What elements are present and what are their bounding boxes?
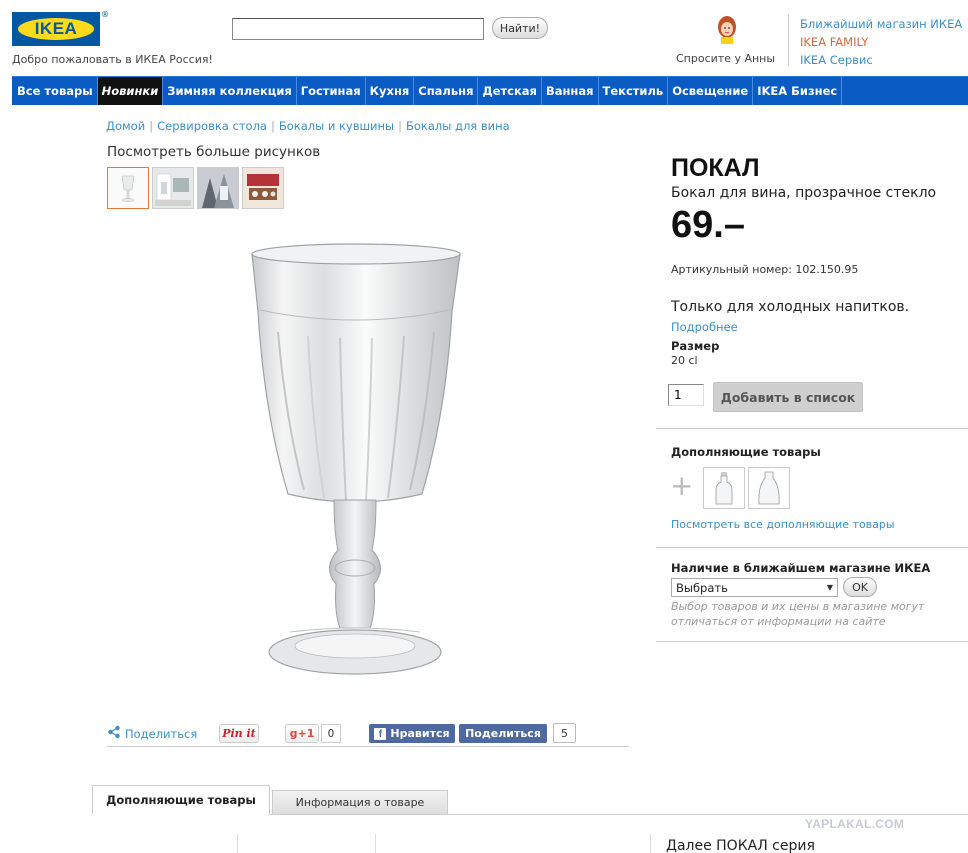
glass-thumb-image [108, 168, 148, 208]
breadcrumb-tableware[interactable]: Сервировка стола [157, 119, 267, 133]
table-thumb-image [243, 168, 283, 208]
breadcrumb-wine-glasses[interactable]: Бокалы для вина [406, 119, 510, 133]
facebook-like-button[interactable]: f Нравится [369, 724, 455, 743]
store-select[interactable]: Выбрать ▼ [671, 578, 838, 597]
logo-oval: IKEA [18, 18, 94, 40]
more-images-label: Посмотреть больше рисунков [107, 144, 321, 160]
anna-avatar-icon[interactable] [716, 14, 738, 44]
product-price: 69.– [671, 204, 745, 246]
share-link[interactable]: Поделиться [125, 727, 197, 741]
gallery-thumb[interactable] [152, 167, 194, 209]
article-number: Артикульный номер: 102.150.95 [671, 263, 859, 276]
ikea-logo[interactable]: IKEA [12, 12, 100, 46]
watermark: YAPLAKAL.COM [805, 817, 905, 831]
product-name: ПОКАЛ [671, 154, 760, 182]
nav-item-all-products[interactable]: Все товары [12, 77, 98, 105]
quantity-input[interactable] [668, 384, 704, 406]
logo-registered-mark: ® [101, 10, 109, 19]
facebook-icon: f [374, 727, 387, 740]
search-input[interactable] [232, 18, 484, 40]
gallery-thumb[interactable] [107, 167, 149, 209]
facebook-like-label: Нравится [390, 727, 450, 740]
nearest-store-link[interactable]: Ближайший магазин ИКЕА [800, 15, 962, 33]
complementary-title: Дополняющие товары [671, 445, 821, 459]
facebook-share-button[interactable]: Поделиться [459, 724, 547, 743]
nav-item-business[interactable]: IKEA Бизнес [753, 77, 843, 105]
more-details-link[interactable]: Подробнее [671, 320, 738, 334]
tab-product-info[interactable]: Информация о товаре [272, 790, 448, 815]
gallery-thumb[interactable] [242, 167, 284, 209]
section-divider [656, 428, 968, 429]
nav-item-bedroom[interactable]: Спальня [414, 77, 479, 105]
carafe-icon [758, 471, 780, 505]
section-divider [656, 641, 968, 642]
share-divider [107, 746, 629, 747]
logo-text: IKEA [34, 19, 78, 38]
tab-complementary[interactable]: Дополняющие товары [92, 785, 270, 815]
nav-item-winter[interactable]: Зимняя коллекция [163, 77, 297, 105]
complementary-item-bottle[interactable] [703, 467, 745, 509]
gallery-thumb[interactable] [197, 167, 239, 209]
search-button[interactable]: Найти! [492, 17, 548, 39]
column-divider [237, 834, 238, 853]
google-plus-count: 0 [321, 724, 341, 743]
size-value: 20 cl [671, 354, 698, 367]
availability-title: Наличие в ближайшем магазине ИКЕА [671, 561, 931, 575]
next-series-title: Далее ПОКАЛ серия [666, 838, 815, 853]
top-links: Ближайший магазин ИКЕА IKEA FAMILY IKEA … [800, 15, 962, 69]
availability-note: Выбор товаров и их цены в магазине могут… [671, 600, 925, 628]
share-icon[interactable] [107, 725, 121, 739]
size-label: Размер [671, 339, 720, 353]
header-divider [788, 14, 789, 66]
complementary-item-carafe[interactable] [748, 467, 790, 509]
room-thumb-image [153, 168, 193, 208]
google-plus-button[interactable]: g+1 [285, 724, 319, 743]
ikea-service-link[interactable]: IKEA Сервис [800, 51, 962, 69]
nav-item-bathroom[interactable]: Ванная [542, 77, 599, 105]
breadcrumb: Домой | Сервировка стола | Бокалы и кувшины |… [106, 119, 510, 133]
breadcrumb-glasses-jugs[interactable]: Бокалы и кувшины [279, 119, 394, 133]
chevron-down-icon: ▼ [826, 583, 833, 592]
column-divider [375, 834, 376, 853]
nav-item-textile[interactable]: Текстиль [599, 77, 669, 105]
scene-thumb-image [198, 168, 238, 208]
nav-item-kitchen[interactable]: Кухня [366, 77, 415, 105]
product-note: Только для холодных напитков. [671, 299, 910, 315]
nav-item-new[interactable]: Новинки [97, 77, 164, 105]
breadcrumb-separator: | [149, 119, 154, 133]
pinterest-button[interactable]: Pin it [219, 724, 259, 743]
breadcrumb-home[interactable]: Домой [106, 119, 145, 133]
store-ok-button[interactable]: OK [843, 577, 877, 597]
product-image-wine-glass[interactable] [230, 232, 480, 692]
facebook-share-count: 5 [553, 723, 576, 743]
see-all-complementary-link[interactable]: Посмотреть все дополняющие товары [671, 518, 895, 531]
breadcrumb-separator: | [270, 119, 275, 133]
ikea-family-link[interactable]: IKEA FAMILY [800, 33, 962, 51]
main-nav: Все товары Новинки Зимняя коллекция Гост… [12, 76, 968, 105]
column-divider [650, 834, 651, 853]
ask-anna-link[interactable]: Спросите у Анны [676, 52, 775, 65]
nav-item-kids[interactable]: Детская [478, 77, 542, 105]
breadcrumb-separator: | [398, 119, 402, 133]
store-select-value: Выбрать [676, 580, 728, 595]
nav-item-living-room[interactable]: Гостиная [297, 77, 366, 105]
add-to-list-button[interactable]: Добавить в список [713, 382, 863, 412]
nav-item-lighting[interactable]: Освещение [668, 77, 754, 105]
section-divider [656, 547, 968, 548]
product-description: Бокал для вина, прозрачное стекло [671, 185, 937, 201]
bottle-icon [715, 472, 733, 505]
welcome-text: Добро пожаловать в ИКЕА Россия! [12, 53, 213, 66]
plus-icon: + [670, 469, 694, 502]
